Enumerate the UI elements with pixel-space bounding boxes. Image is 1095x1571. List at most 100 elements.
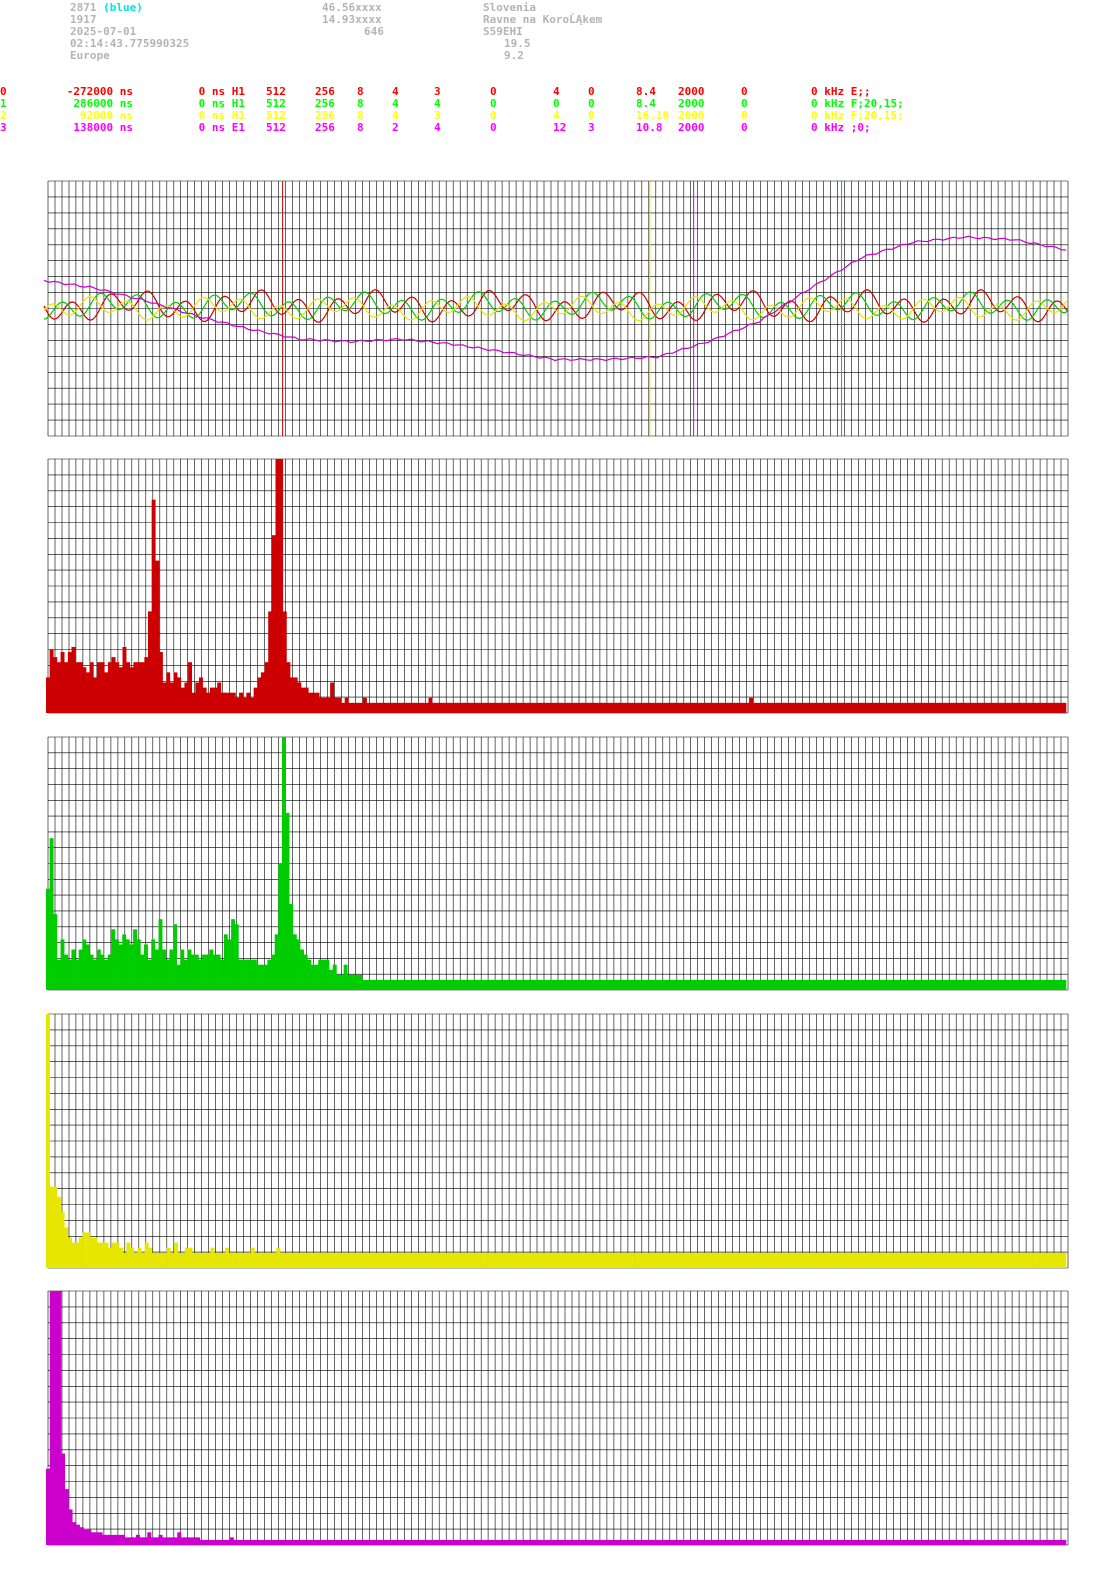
bar-magenta xyxy=(91,1532,96,1545)
bar-yellow xyxy=(660,1252,665,1268)
bar-magenta xyxy=(649,1539,654,1545)
bar-magenta xyxy=(878,1539,883,1545)
bar-yellow xyxy=(842,1252,847,1268)
bar-green xyxy=(220,959,225,990)
bar-green xyxy=(350,974,355,990)
bar-red xyxy=(373,702,378,713)
bar-magenta xyxy=(762,1539,767,1545)
bar-red xyxy=(716,702,721,713)
bar-red xyxy=(355,702,360,713)
bar-yellow xyxy=(733,1252,738,1268)
bar-magenta xyxy=(1051,1539,1056,1545)
bar-green xyxy=(1007,979,1012,990)
bar-yellow xyxy=(685,1252,690,1268)
bar-red xyxy=(996,702,1001,713)
plots-svg xyxy=(43,180,1069,1546)
bar-yellow xyxy=(1036,1252,1041,1268)
bar-magenta xyxy=(732,1539,737,1545)
bar-magenta xyxy=(619,1539,624,1545)
bar-magenta xyxy=(1028,1539,1033,1545)
bar-red xyxy=(661,702,666,713)
bar-magenta xyxy=(406,1539,411,1545)
bar-green xyxy=(492,979,497,990)
bar-green xyxy=(532,979,537,990)
bar-magenta xyxy=(612,1539,617,1545)
bar-red xyxy=(377,702,382,713)
bar-green xyxy=(223,934,228,990)
bar-red xyxy=(195,682,200,713)
bar-yellow xyxy=(875,1252,880,1268)
bar-green xyxy=(82,939,87,990)
bar-yellow xyxy=(265,1252,270,1268)
bar-green xyxy=(209,949,214,990)
bar-green xyxy=(212,954,217,990)
bar-yellow xyxy=(590,1252,595,1268)
bar-red xyxy=(515,702,520,713)
bar-yellow xyxy=(656,1252,661,1268)
bar-red xyxy=(326,697,331,713)
bar-magenta xyxy=(113,1534,118,1545)
bar-red xyxy=(508,702,513,713)
bar-green xyxy=(111,929,116,990)
bar-red xyxy=(942,702,947,713)
bar-yellow xyxy=(345,1252,350,1268)
bar-yellow xyxy=(459,1252,464,1268)
bar-yellow xyxy=(992,1252,997,1268)
bar-magenta xyxy=(102,1534,107,1545)
bar-green xyxy=(866,979,871,990)
bar-green xyxy=(536,979,540,990)
bar-magenta xyxy=(436,1539,441,1545)
bar-red xyxy=(144,657,149,713)
bar-magenta xyxy=(484,1539,489,1545)
bar-red xyxy=(523,702,528,713)
bar-red xyxy=(811,702,815,713)
bar-yellow xyxy=(49,1186,54,1268)
bar-red xyxy=(730,702,735,713)
bar-yellow xyxy=(353,1252,358,1268)
bar-red xyxy=(461,702,466,713)
bar-green xyxy=(1058,979,1063,990)
bar-green xyxy=(281,737,286,990)
bar-yellow xyxy=(557,1252,562,1268)
bar-magenta xyxy=(61,1453,66,1545)
bar-green xyxy=(503,979,508,990)
bar-green xyxy=(935,979,940,990)
bar-green xyxy=(216,954,221,990)
bar-magenta xyxy=(923,1539,928,1545)
bar-yellow xyxy=(726,1252,730,1268)
bar-magenta xyxy=(511,1539,516,1545)
bar-magenta xyxy=(151,1537,156,1545)
bar-magenta xyxy=(1021,1539,1026,1545)
bar-yellow xyxy=(751,1252,756,1268)
bar-magenta xyxy=(462,1539,467,1545)
bar-green xyxy=(151,939,156,990)
bar-magenta xyxy=(507,1539,512,1545)
bar-green xyxy=(1033,979,1038,990)
bar-magenta xyxy=(353,1539,358,1545)
bar-red xyxy=(457,702,462,713)
bar-red xyxy=(472,702,477,713)
bar-magenta xyxy=(916,1539,921,1545)
bar-magenta xyxy=(428,1539,433,1545)
bar-magenta xyxy=(1017,1539,1022,1545)
bar-yellow xyxy=(411,1252,416,1268)
bar-green xyxy=(372,979,377,990)
bar-magenta xyxy=(863,1539,868,1545)
bar-magenta xyxy=(349,1539,354,1545)
bar-yellow xyxy=(594,1252,599,1268)
bar-green xyxy=(1055,979,1060,990)
bar-magenta xyxy=(908,1539,913,1545)
bar-green xyxy=(619,979,624,990)
bar-yellow xyxy=(429,1252,434,1268)
bar-green xyxy=(332,964,337,990)
bar-yellow xyxy=(426,1252,431,1268)
bar-red xyxy=(279,459,284,713)
bar-yellow xyxy=(715,1252,719,1268)
bar-red xyxy=(250,697,254,713)
bar-magenta xyxy=(657,1539,662,1545)
bar-red xyxy=(563,702,568,713)
bar-green xyxy=(194,954,199,990)
bar-red xyxy=(770,702,775,713)
bar-red xyxy=(577,702,582,713)
bar-red xyxy=(632,702,637,713)
